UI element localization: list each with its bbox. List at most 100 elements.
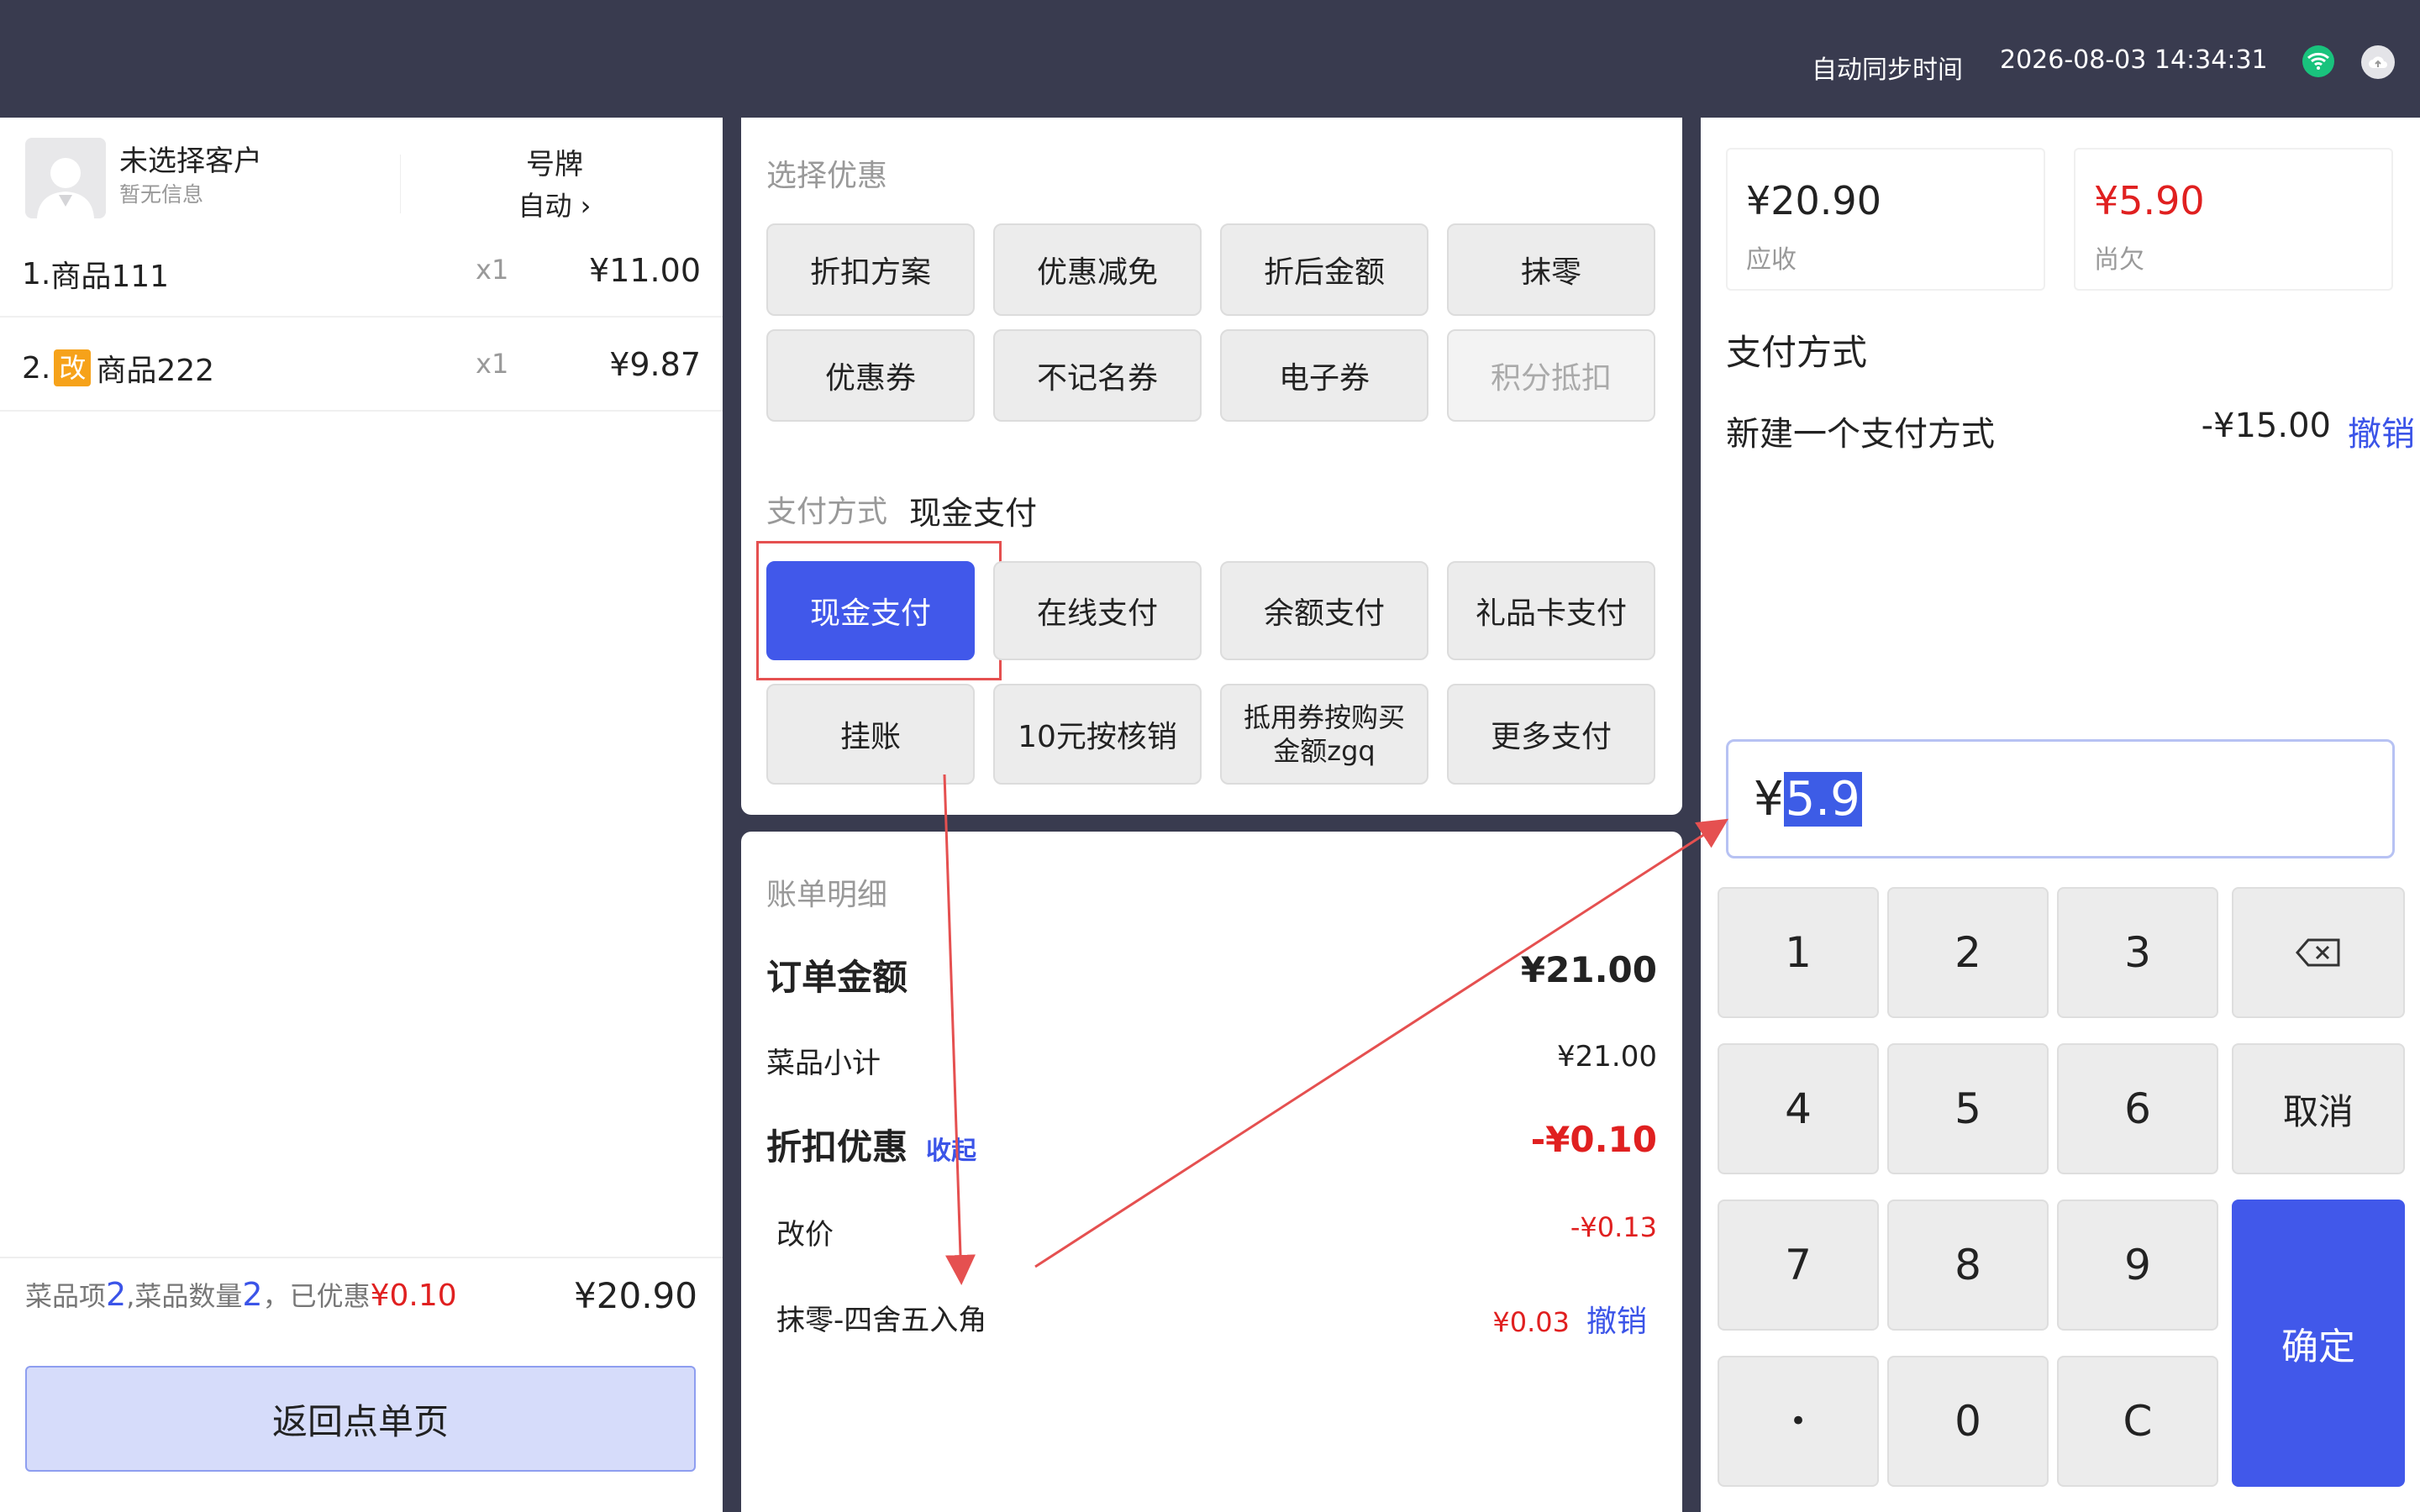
cancel-key[interactable]: 取消 — [2232, 1043, 2405, 1174]
list-item[interactable]: 2. 改商品222 x1 ¥9.87 — [0, 318, 723, 412]
keypad-8[interactable]: 8 — [1887, 1200, 2049, 1331]
payment-button[interactable]: 在线支付 — [993, 561, 1202, 660]
back-to-order-button[interactable]: 返回点单页 — [25, 1366, 696, 1472]
keypad-7[interactable]: 7 — [1718, 1200, 1879, 1331]
item-qty: x1 — [476, 348, 509, 380]
payment-button[interactable]: 抵用券按购买金额zgq — [1220, 684, 1428, 785]
collapse-link[interactable]: 收起 — [926, 1137, 976, 1166]
receivable-card: ¥20.90 应收 — [1726, 148, 2045, 291]
divider — [0, 1257, 723, 1258]
amount-input-value[interactable]: 5.9 — [1783, 771, 1862, 827]
mod-price-row: 改价 -¥0.13 — [776, 1211, 1657, 1253]
order-panel: 未选择客户 暂无信息 号牌 自动 › 1. 商品111 x1 ¥11.00 2. 改… — [0, 118, 723, 1512]
currency-symbol: ¥ — [1754, 771, 1784, 827]
order-amount-value: ¥21.00 — [1520, 949, 1657, 990]
modified-badge: 改 — [54, 349, 92, 386]
mod-price-value: -¥0.13 — [1570, 1211, 1657, 1243]
item-index: 1. — [22, 256, 51, 291]
list-item[interactable]: 1. 商品111 x1 ¥11.00 — [0, 223, 723, 318]
payment-button[interactable]: 10元按核销 — [993, 684, 1202, 785]
owed-card: ¥5.90 尚欠 — [2074, 148, 2393, 291]
item-qty: x1 — [476, 254, 509, 286]
keypad-0[interactable]: 0 — [1887, 1356, 2049, 1487]
customer-info: 暂无信息 — [119, 182, 204, 207]
payment-method-label: 支付方式 — [766, 495, 888, 529]
receivable-amount: ¥20.90 — [1746, 178, 1881, 223]
item-name: 2. 改商品222 — [22, 346, 214, 390]
amount-input[interactable]: ¥5.9 — [1726, 739, 2395, 858]
order-amount-row: 订单金额 ¥21.00 — [766, 949, 1657, 1000]
discount-label-text: 折扣优惠 — [766, 1126, 908, 1168]
rounding-value-group: ¥0.03 撤销 — [1492, 1297, 1647, 1341]
bill-detail-panel: 账单明细 订单金额 ¥21.00 菜品小计 ¥21.00 折扣优惠 收起 -¥0.… — [741, 832, 1682, 1512]
owed-amount: ¥5.90 — [2094, 178, 2205, 223]
discount-button[interactable]: 优惠减免 — [993, 223, 1202, 316]
receivable-label: 应收 — [1746, 245, 1797, 275]
keypad-4[interactable]: 4 — [1718, 1043, 1879, 1174]
payment-undo-link[interactable]: 撤销 — [2348, 407, 2415, 455]
payment-button[interactable]: 挂账 — [766, 684, 975, 785]
plate-selector[interactable]: 自动 › — [471, 185, 639, 223]
owed-label: 尚欠 — [2094, 245, 2144, 275]
rounding-value: ¥0.03 — [1492, 1306, 1570, 1338]
discount-row: 折扣优惠 收起 -¥0.10 — [766, 1119, 1657, 1169]
discount-button[interactable]: 折扣方案 — [766, 223, 975, 316]
payment-method-entry: 新建一个支付方式 -¥15.00 撤销 — [1726, 407, 2415, 457]
order-summary: 菜品项2,菜品数量2，已优惠¥0.10 — [25, 1275, 457, 1314]
item-name: 1. 商品111 — [22, 252, 169, 296]
rounding-label: 抹零-四舍五入角 — [776, 1304, 987, 1337]
discount-button[interactable]: 积分抵扣 — [1447, 329, 1655, 422]
datetime: 2026-08-03 14:34:31 — [2000, 45, 2268, 75]
subtotal-value: ¥21.00 — [1557, 1040, 1657, 1074]
item-quantity: 2 — [242, 1276, 263, 1313]
payment-button[interactable]: 礼品卡支付 — [1447, 561, 1655, 660]
keypad-9[interactable]: 9 — [2057, 1200, 2218, 1331]
discount-button[interactable]: 折后金额 — [1220, 223, 1428, 316]
backspace-icon — [2296, 938, 2340, 967]
payment-methods-title: 支付方式 — [1726, 332, 1868, 373]
summary-text: 菜品项 — [25, 1280, 107, 1312]
wifi-icon[interactable] — [2302, 45, 2334, 77]
payment-button[interactable]: 现金支付 — [766, 561, 975, 660]
confirm-button[interactable]: 确定 — [2232, 1200, 2405, 1487]
checkout-panel: ¥20.90 应收 ¥5.90 尚欠 支付方式 新建一个支付方式 -¥15.00… — [1701, 118, 2420, 1512]
section-title: 选择优惠 — [766, 159, 888, 193]
rounding-undo-link[interactable]: 撤销 — [1586, 1305, 1647, 1339]
item-price: ¥11.00 — [589, 252, 701, 289]
keypad-2[interactable]: 2 — [1887, 887, 2049, 1018]
discount-button[interactable]: 不记名券 — [993, 329, 1202, 422]
subtotal-label: 菜品小计 — [766, 1047, 881, 1080]
top-bar: 自动同步时间 2026-08-03 14:34:31 — [0, 0, 2420, 118]
keypad-5[interactable]: 5 — [1887, 1043, 2049, 1174]
discount-value: -¥0.10 — [1530, 1119, 1657, 1160]
payment-method-amount: -¥15.00 — [2201, 407, 2331, 445]
keypad-dot[interactable]: • — [1718, 1356, 1879, 1487]
subtotal-row: 菜品小计 ¥21.00 — [766, 1040, 1657, 1082]
discount-button[interactable]: 优惠券 — [766, 329, 975, 422]
keypad-6[interactable]: 6 — [2057, 1043, 2218, 1174]
order-amount-label: 订单金额 — [766, 957, 908, 998]
auto-sync-label[interactable]: 自动同步时间 — [1812, 49, 1963, 86]
divider — [400, 155, 401, 213]
keypad-3[interactable]: 3 — [2057, 887, 2218, 1018]
cloud-icon[interactable] — [2361, 45, 2395, 79]
summary-text: ，已优惠 — [262, 1280, 371, 1312]
payment-button[interactable]: 余额支付 — [1220, 561, 1428, 660]
item-title: 商品222 — [96, 354, 215, 388]
avatar[interactable] — [25, 138, 106, 218]
discount-button[interactable]: 抹零 — [1447, 223, 1655, 316]
discount-button[interactable]: 电子券 — [1220, 329, 1428, 422]
rounding-row: 抹零-四舍五入角 ¥0.03 撤销 — [776, 1297, 1647, 1339]
backspace-key[interactable] — [2232, 887, 2405, 1018]
section-title: 账单明细 — [766, 878, 888, 912]
item-title: 商品111 — [50, 260, 170, 294]
clear-key[interactable]: C — [2057, 1356, 2218, 1487]
discount-payment-panel: 选择优惠 折扣方案 优惠减免 折后金额 抹零 优惠券 不记名券 电子券 积分抵扣… — [741, 118, 1682, 815]
item-index: 2. — [22, 350, 51, 386]
customer-name[interactable]: 未选择客户 — [119, 138, 262, 179]
discount-label: 折扣优惠 收起 — [766, 1119, 976, 1170]
payment-method-current: 现金支付 — [909, 495, 1038, 532]
payment-button[interactable]: 更多支付 — [1447, 684, 1655, 785]
summary-text: ,菜品数量 — [126, 1280, 243, 1312]
keypad-1[interactable]: 1 — [1718, 887, 1879, 1018]
